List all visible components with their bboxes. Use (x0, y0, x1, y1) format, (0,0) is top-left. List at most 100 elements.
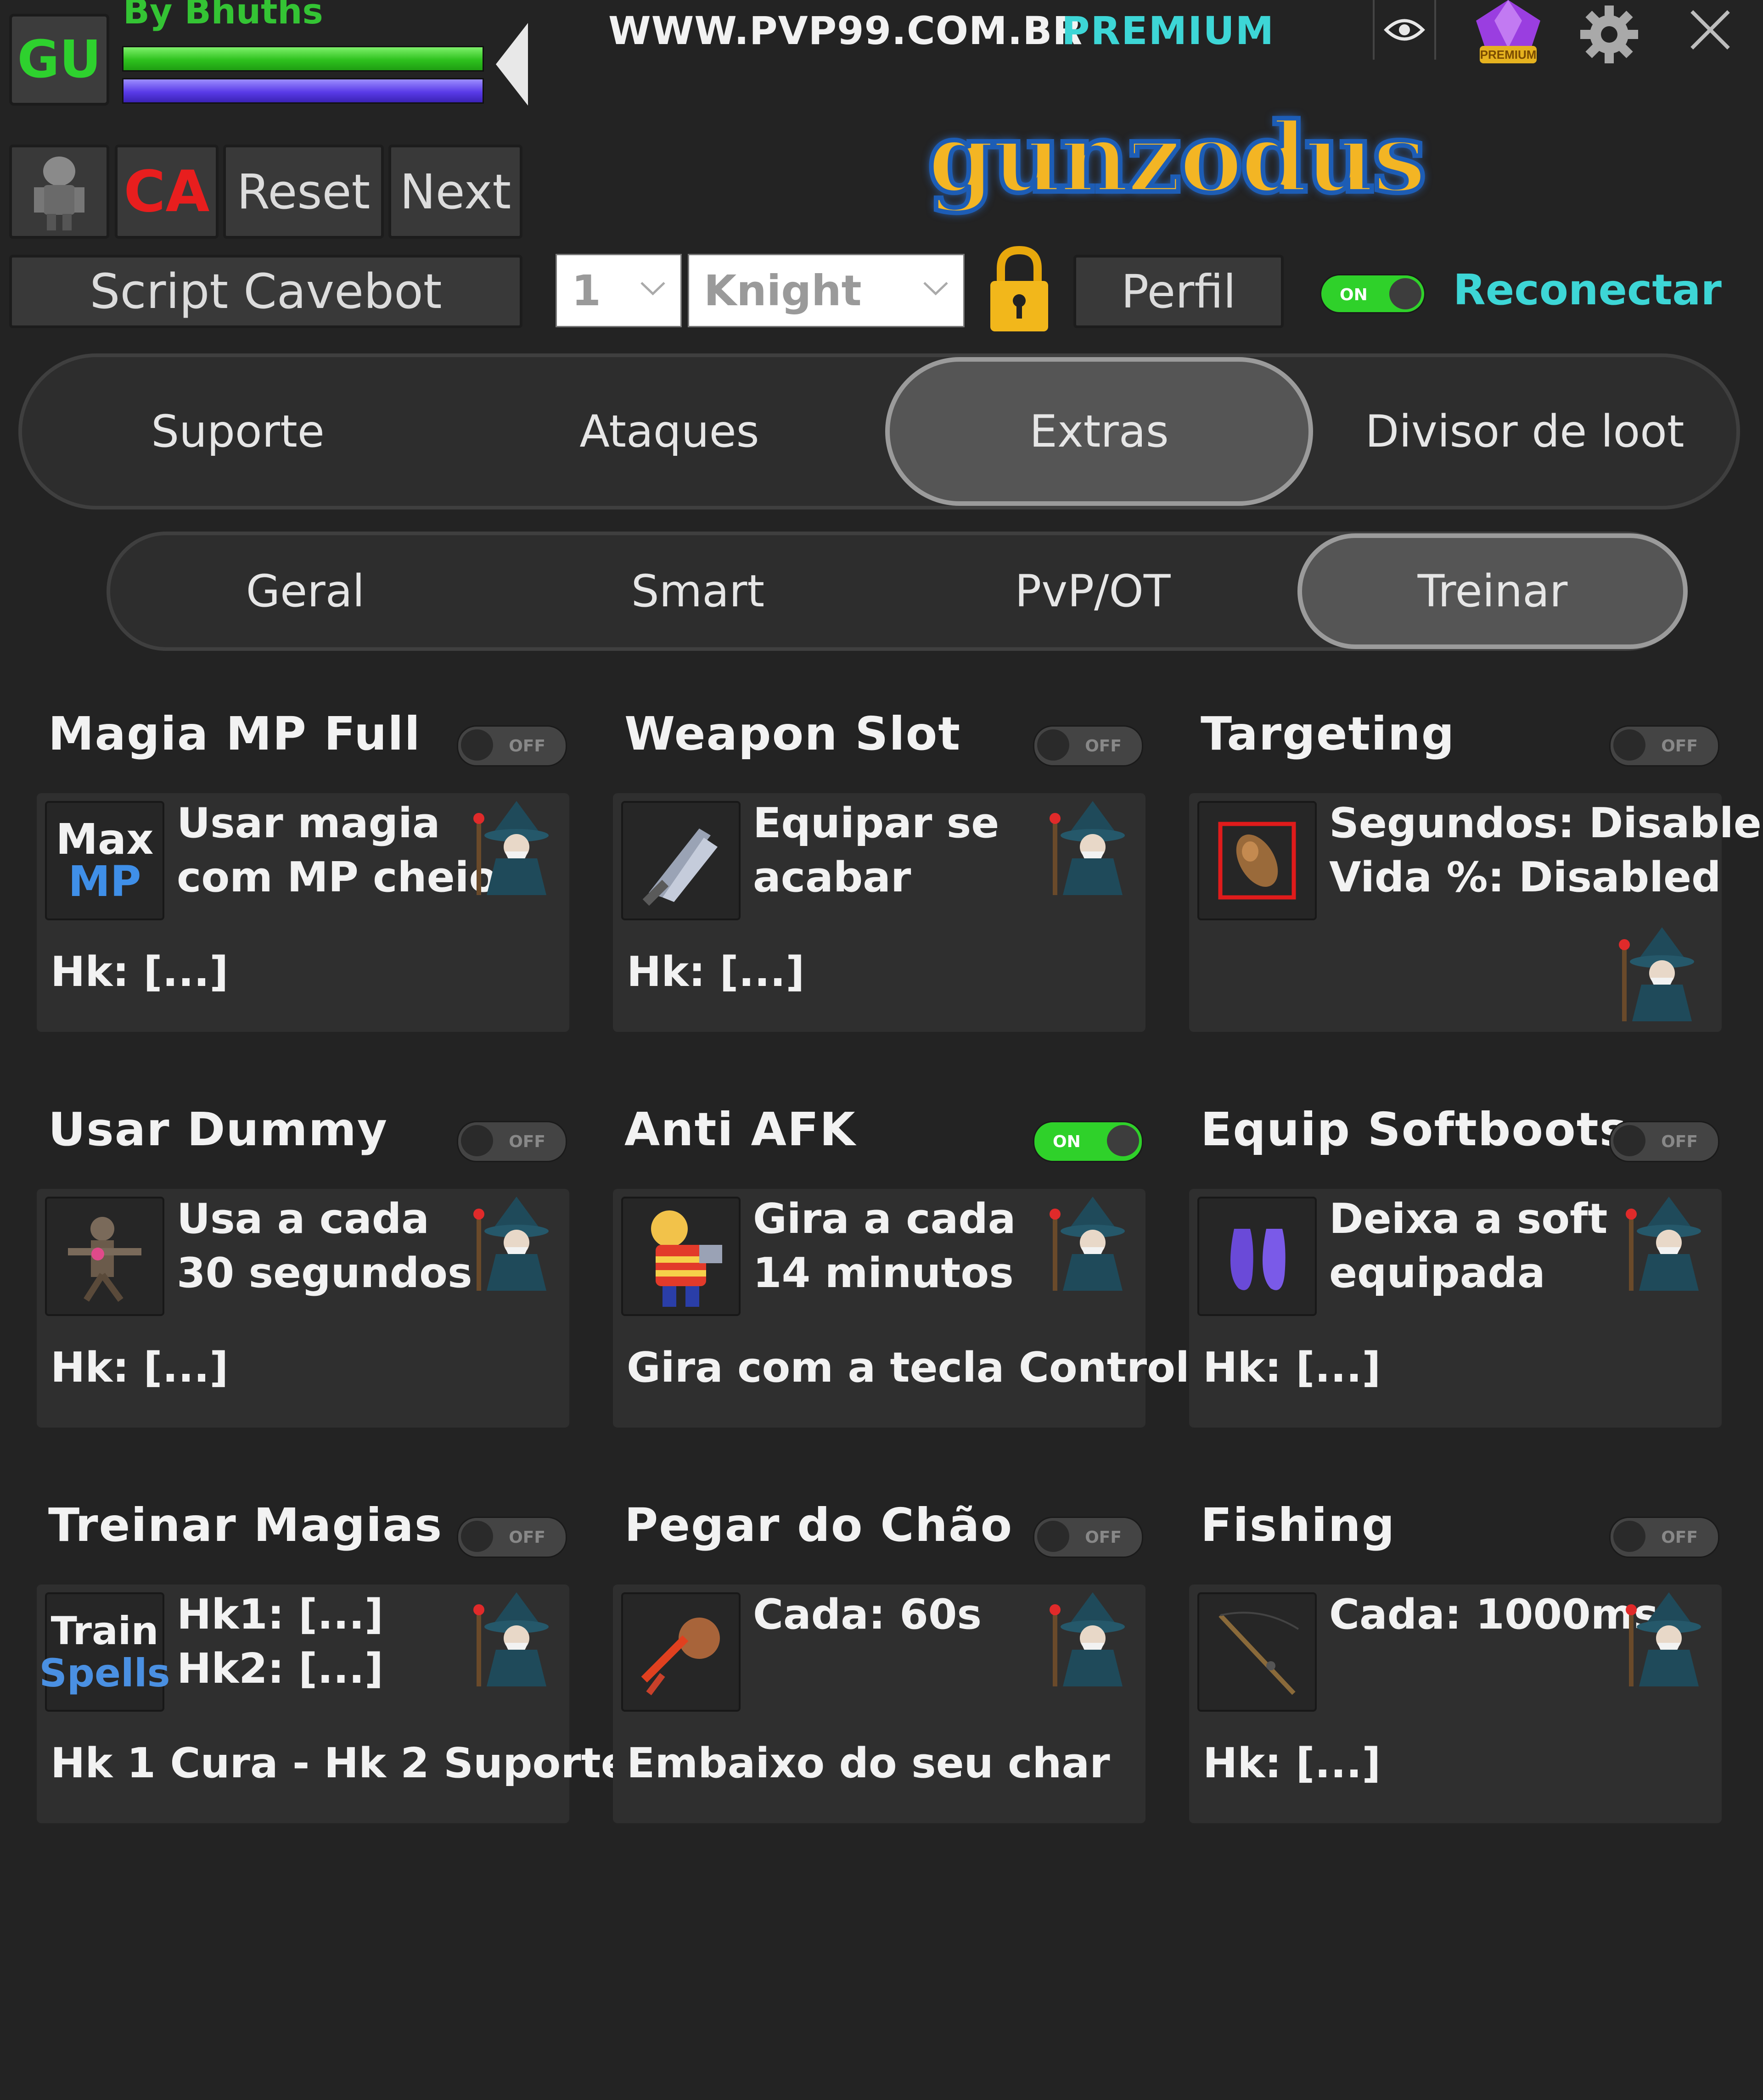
collapse-arrow-icon[interactable] (496, 23, 528, 106)
card-title-equip-softboots: Equip Softboots (1201, 1103, 1628, 1156)
tab-pvp-ot[interactable]: PvP/OT (895, 535, 1290, 647)
card-desc-line1: Segundos: Disabled (1329, 799, 1763, 847)
card-title-magia-mp-full: Magia MP Full (48, 707, 421, 761)
toggle-on-label: ON (1340, 286, 1368, 304)
tab-geral[interactable]: Geral (110, 535, 500, 647)
toggle-state-label: OFF (1661, 737, 1698, 756)
script-cavebot-button[interactable]: Script Cavebot (9, 255, 522, 328)
chevron-down-icon (640, 282, 665, 296)
toggle-state-label: OFF (1661, 1132, 1698, 1151)
next-button[interactable]: Next (388, 145, 522, 239)
card-desc-line1: Deixa a soft (1329, 1195, 1608, 1243)
gem-badge-text: PREMIUM (1480, 48, 1537, 62)
eye-icon[interactable] (1373, 0, 1436, 60)
gu-badge-button[interactable]: GU (9, 14, 109, 106)
ca-button[interactable]: CA (115, 145, 219, 239)
wizard-settings-icon[interactable] (1049, 801, 1136, 899)
card-footer[interactable]: Hk: [...] (1203, 1739, 1381, 1787)
tab-smart[interactable]: Smart (500, 535, 895, 647)
card-footer[interactable]: Hk: [...] (51, 1344, 228, 1392)
card-title-weapon-slot: Weapon Slot (624, 707, 961, 761)
toggle-fishing[interactable]: OFF (1609, 1517, 1719, 1558)
item-icon-usar-dummy[interactable] (45, 1197, 164, 1316)
wizard-settings-icon[interactable] (1049, 1592, 1136, 1691)
tab-suporte[interactable]: Suporte (22, 357, 454, 506)
gear-icon[interactable] (1579, 5, 1639, 66)
tab-treinar[interactable]: Treinar (1297, 533, 1688, 649)
card-desc-line2: Vida %: Disabled (1329, 853, 1721, 902)
item-icon-pegar-do-ch-o[interactable] (621, 1592, 741, 1712)
card-desc-line2: com MP cheio (177, 853, 498, 902)
toggle-targeting[interactable]: OFF (1609, 725, 1719, 767)
premium-label: PREMIUM (1061, 8, 1275, 53)
wizard-settings-icon[interactable] (1625, 1592, 1712, 1691)
wizard-settings-icon[interactable] (473, 1592, 560, 1691)
icon-text-top: Max (56, 815, 154, 864)
toggle-usar-dummy[interactable]: OFF (457, 1121, 567, 1162)
card-desc-line2: Hk2: [...] (177, 1645, 383, 1693)
character-sprite-button[interactable] (9, 145, 109, 239)
card-desc-line1: Hk1: [...] (177, 1590, 383, 1639)
reset-button[interactable]: Reset (223, 145, 384, 239)
toggle-magia-mp-full[interactable]: OFF (457, 725, 567, 767)
card-desc-line1: Usa a cada (177, 1195, 430, 1243)
toggle-pegar-do-ch-o[interactable]: OFF (1033, 1517, 1143, 1558)
vocation-value: Knight (704, 266, 862, 315)
author-label: By Bhuths (123, 0, 323, 32)
gunzodus-logo: gunzodus (925, 99, 1429, 217)
reconnect-label[interactable]: Reconectar (1453, 265, 1722, 314)
reconnect-toggle[interactable]: ON (1320, 274, 1426, 314)
card-title-fishing: Fishing (1201, 1498, 1396, 1552)
toggle-state-label: OFF (509, 1132, 545, 1151)
close-icon[interactable] (1685, 5, 1735, 57)
card-desc-line1: Cada: 1000ms (1329, 1590, 1659, 1639)
profile-number-select[interactable]: 1 (556, 254, 682, 327)
card-title-usar-dummy: Usar Dummy (48, 1103, 388, 1156)
item-icon-magia-mp-full[interactable]: Max MP (45, 801, 164, 920)
toggle-weapon-slot[interactable]: OFF (1033, 725, 1143, 767)
health-bar (122, 46, 484, 72)
toggle-anti-afk[interactable]: ON (1033, 1121, 1143, 1162)
card-footer[interactable]: Embaixo do seu char (627, 1739, 1110, 1787)
card-footer[interactable]: Hk: [...] (627, 948, 804, 996)
card-title-targeting: Targeting (1201, 707, 1455, 761)
card-footer[interactable]: Hk: [...] (1203, 1344, 1381, 1392)
toggle-state-label: OFF (509, 1528, 545, 1547)
gem-icon[interactable]: PREMIUM (1471, 0, 1545, 71)
perfil-button[interactable]: Perfil (1073, 255, 1284, 328)
vocation-select[interactable]: Knight (688, 254, 965, 327)
lock-icon[interactable] (985, 243, 1054, 335)
item-icon-treinar-magias[interactable]: Train Spells (39, 1592, 170, 1712)
tab-divisor-de-loot[interactable]: Divisor de loot (1313, 357, 1736, 506)
wizard-settings-icon[interactable] (1618, 927, 1706, 1025)
card-desc-line1: Cada: 60s (753, 1590, 982, 1639)
wizard-settings-icon[interactable] (1625, 1197, 1712, 1295)
card-footer[interactable]: Hk: [...] (51, 948, 228, 996)
card-desc-line1: Equipar se (753, 799, 999, 847)
item-icon-fishing[interactable] (1197, 1592, 1317, 1712)
icon-text-bottom: MP (68, 857, 141, 906)
profile-number-value: 1 (572, 266, 601, 315)
toggle-treinar-magias[interactable]: OFF (457, 1517, 567, 1558)
tab-ataques[interactable]: Ataques (454, 357, 885, 506)
card-desc-line1: Usar magia (177, 799, 440, 847)
item-icon-weapon-slot[interactable] (621, 801, 741, 920)
toggle-equip-softboots[interactable]: OFF (1609, 1121, 1719, 1162)
card-footer[interactable]: Gira com a tecla Control (627, 1344, 1190, 1392)
card-desc-line2: 30 segundos (177, 1249, 472, 1297)
toggle-state-label: OFF (1661, 1528, 1698, 1547)
wizard-settings-icon[interactable] (473, 1197, 560, 1295)
chevron-down-icon (923, 282, 948, 296)
item-icon-anti-afk[interactable] (621, 1197, 741, 1316)
mana-bar (122, 78, 484, 104)
item-icon-equip-softboots[interactable] (1197, 1197, 1317, 1316)
sub-tab-bar: Geral Smart PvP/OT Treinar (107, 532, 1688, 651)
tab-extras[interactable]: Extras (885, 357, 1313, 506)
toggle-state-label: OFF (1085, 1528, 1122, 1547)
card-footer[interactable]: Hk 1 Cura - Hk 2 Suporte (51, 1739, 629, 1787)
wizard-settings-icon[interactable] (1049, 1197, 1136, 1295)
card-desc-line2: acabar (753, 853, 911, 902)
wizard-settings-icon[interactable] (473, 801, 560, 899)
item-icon-targeting[interactable] (1197, 801, 1317, 920)
site-link[interactable]: WWW.PVP99.COM.BR (608, 8, 1083, 53)
